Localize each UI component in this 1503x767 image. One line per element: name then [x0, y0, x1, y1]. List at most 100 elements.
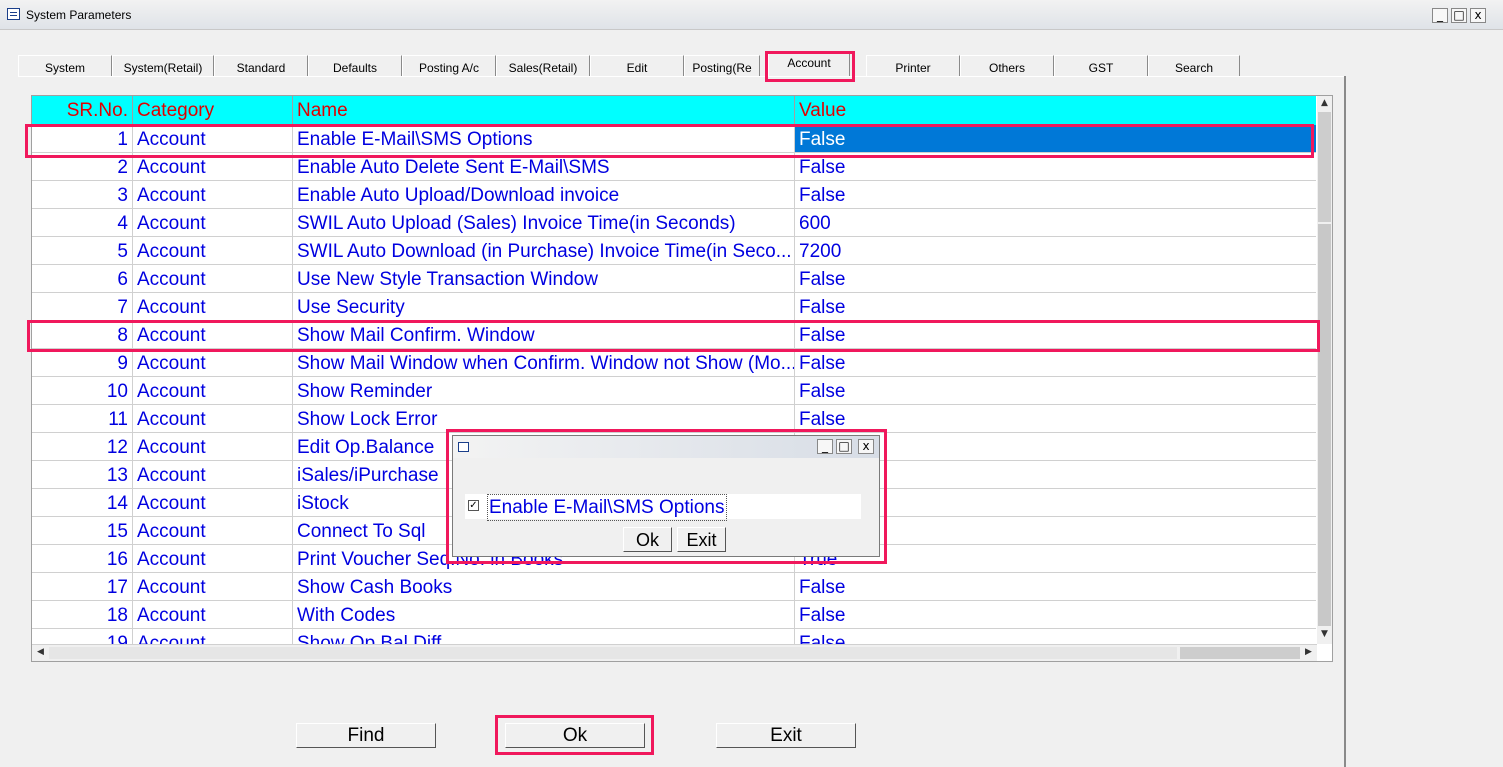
tab-defaults[interactable]: Defaults: [308, 55, 402, 76]
tab-system-retail[interactable]: System(Retail): [112, 55, 214, 76]
find-button[interactable]: Find: [296, 723, 436, 748]
dialog-exit-button[interactable]: Exit: [677, 527, 726, 552]
table-row[interactable]: 5 Account SWIL Auto Download (in Purchase)…: [32, 237, 1316, 265]
table-row[interactable]: 8 Account Show Mail Confirm. Window False: [32, 321, 1316, 349]
vertical-scroll-track[interactable]: [1318, 224, 1331, 626]
table-row[interactable]: 6 Account Use New Style Transaction Window…: [32, 265, 1316, 293]
cell-value[interactable]: False: [795, 293, 1316, 320]
horizontal-scrollbar[interactable]: ◀ ▶: [32, 644, 1317, 661]
ok-button[interactable]: Ok: [505, 723, 645, 748]
cell-value[interactable]: False: [795, 349, 1316, 376]
vertical-scrollbar[interactable]: ▲ ▼: [1317, 96, 1332, 644]
tab-posting-retail[interactable]: Posting(Re: [684, 55, 760, 76]
window-titlebar: System Parameters _ □ x: [0, 0, 1503, 30]
table-row[interactable]: 11 Account Show Lock Error False: [32, 405, 1316, 433]
scroll-down-icon[interactable]: ▼: [1317, 629, 1332, 639]
tab-posting-ac[interactable]: Posting A/c: [402, 55, 496, 76]
cell-value[interactable]: False: [795, 377, 1316, 404]
cell-name: SWIL Auto Upload (Sales) Invoice Time(in…: [293, 209, 795, 236]
cell-value[interactable]: False: [795, 573, 1316, 600]
tab-sales-retail[interactable]: Sales(Retail): [496, 55, 590, 76]
tab-panel-border: [18, 76, 1346, 77]
table-row[interactable]: 1 Account Enable E-Mail\SMS Options False: [32, 125, 1316, 153]
horizontal-scroll-track[interactable]: [49, 647, 1177, 659]
horizontal-scroll-thumb[interactable]: [1180, 647, 1300, 659]
vertical-scroll-thumb[interactable]: [1318, 112, 1331, 222]
dialog-maximize-button[interactable]: □: [836, 439, 852, 454]
dialog-ok-button[interactable]: Ok: [623, 527, 672, 552]
window-title: System Parameters: [26, 8, 132, 22]
edit-value-dialog: _ □ x ✓ Enable E-Mail\SMS Options Ok Exi…: [452, 435, 880, 557]
dialog-minimize-button[interactable]: _: [817, 439, 833, 454]
table-row[interactable]: 3 Account Enable Auto Upload/Download invo…: [32, 181, 1316, 209]
tab-system[interactable]: System: [18, 55, 112, 76]
enable-email-sms-checkbox[interactable]: ✓: [468, 500, 479, 511]
cell-name: SWIL Auto Download (in Purchase) Invoice…: [293, 237, 795, 264]
cell-category: Account: [133, 209, 293, 236]
col-header-value[interactable]: Value: [795, 96, 1316, 125]
table-row[interactable]: 2 Account Enable Auto Delete Sent E-Mail\S…: [32, 153, 1316, 181]
cell-name: Show Mail Window when Confirm. Window no…: [293, 349, 795, 376]
parameters-grid[interactable]: SR.No. Category Name Value 1 Account Enabl…: [31, 95, 1333, 662]
cell-category: Account: [133, 517, 293, 544]
maximize-button[interactable]: □: [1451, 8, 1467, 23]
dialog-checkbox-row: ✓ Enable E-Mail\SMS Options: [465, 494, 861, 521]
cell-value[interactable]: False: [795, 153, 1316, 180]
cell-value[interactable]: False: [795, 125, 1316, 152]
checkbox-label[interactable]: Enable E-Mail\SMS Options: [487, 494, 727, 521]
cell-value[interactable]: False: [795, 601, 1316, 628]
cell-srno: 13: [32, 461, 133, 488]
cell-value[interactable]: False: [795, 321, 1316, 348]
cell-name: Use New Style Transaction Window: [293, 265, 795, 292]
col-header-name[interactable]: Name: [293, 96, 795, 125]
cell-category: Account: [133, 405, 293, 432]
tab-others[interactable]: Others: [960, 55, 1054, 76]
cell-name: Show Mail Confirm. Window: [293, 321, 795, 348]
cell-value[interactable]: False: [795, 181, 1316, 208]
dialog-close-button[interactable]: x: [858, 439, 874, 454]
table-row[interactable]: 10 Account Show Reminder False: [32, 377, 1316, 405]
cell-category: Account: [133, 349, 293, 376]
tab-search[interactable]: Search: [1148, 55, 1240, 76]
cell-value[interactable]: 600: [795, 209, 1316, 236]
table-row[interactable]: 18 Account With Codes False: [32, 601, 1316, 629]
tab-edit[interactable]: Edit: [590, 55, 684, 76]
cell-category: Account: [133, 489, 293, 516]
table-row[interactable]: 17 Account Show Cash Books False: [32, 573, 1316, 601]
cell-srno: 3: [32, 181, 133, 208]
cell-category: Account: [133, 433, 293, 460]
cell-srno: 15: [32, 517, 133, 544]
cell-srno: 4: [32, 209, 133, 236]
scroll-right-icon[interactable]: ▶: [1301, 647, 1316, 657]
close-button[interactable]: x: [1470, 8, 1486, 23]
tab-standard[interactable]: Standard: [214, 55, 308, 76]
cell-srno: 14: [32, 489, 133, 516]
cell-value[interactable]: False: [795, 265, 1316, 292]
cell-name: With Codes: [293, 601, 795, 628]
cell-value[interactable]: 7200: [795, 237, 1316, 264]
cell-srno: 12: [32, 433, 133, 460]
cell-srno: 10: [32, 377, 133, 404]
cell-srno: 5: [32, 237, 133, 264]
cell-srno: 9: [32, 349, 133, 376]
table-row[interactable]: 4 Account SWIL Auto Upload (Sales) Invoice…: [32, 209, 1316, 237]
cell-category: Account: [133, 181, 293, 208]
cell-category: Account: [133, 153, 293, 180]
cell-value[interactable]: False: [795, 405, 1316, 432]
cell-category: Account: [133, 573, 293, 600]
tab-account[interactable]: Account: [768, 51, 850, 76]
col-header-category[interactable]: Category: [133, 96, 293, 125]
cell-category: Account: [133, 125, 293, 152]
table-row[interactable]: 9 Account Show Mail Window when Confirm. W…: [32, 349, 1316, 377]
tab-printer[interactable]: Printer: [866, 55, 960, 76]
minimize-button[interactable]: _: [1432, 8, 1448, 23]
scroll-left-icon[interactable]: ◀: [33, 647, 48, 657]
tab-gst[interactable]: GST: [1054, 55, 1148, 76]
cell-name: Use Security: [293, 293, 795, 320]
scroll-up-icon[interactable]: ▲: [1317, 98, 1332, 108]
table-row[interactable]: 7 Account Use Security False: [32, 293, 1316, 321]
exit-button[interactable]: Exit: [716, 723, 856, 748]
cell-srno: 16: [32, 545, 133, 572]
panel-border-right: [1344, 76, 1346, 767]
col-header-srno[interactable]: SR.No.: [32, 96, 133, 125]
